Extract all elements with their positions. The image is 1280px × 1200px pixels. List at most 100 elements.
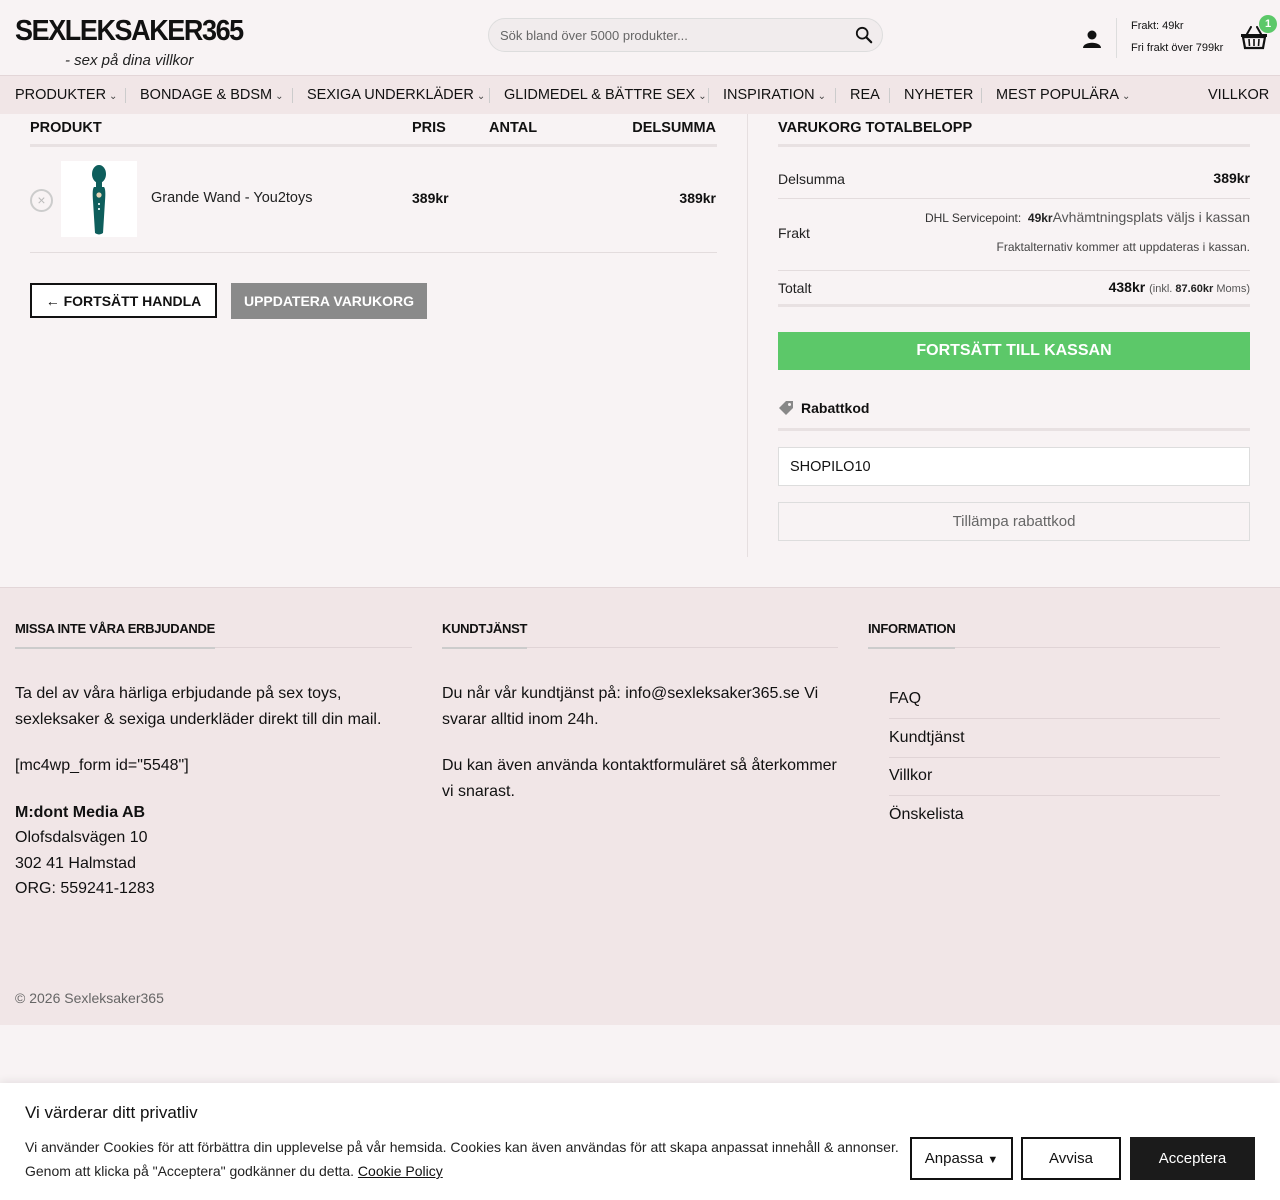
- shipping-method-name: DHL Servicepoint:: [924, 211, 1022, 225]
- company-address-street: Olofsdalsvägen 10: [15, 829, 148, 846]
- search-input[interactable]: [489, 19, 829, 51]
- totals-divider: [778, 270, 1250, 271]
- footer-link-faq[interactable]: FAQ: [889, 690, 1220, 719]
- nav-item-glidmedel[interactable]: GLIDMEDEL & BÄTTRE SEX ⌄: [504, 87, 707, 103]
- cart-count-badge[interactable]: 1: [1259, 15, 1277, 33]
- site-header: SEXLEKSAKER365 - sex på dina villkor Fra…: [0, 0, 1280, 75]
- footer-offers-title: MISSA INTE VÅRA ERBJUDANDE: [15, 621, 215, 649]
- table-header-underline: [30, 144, 717, 147]
- site-logo[interactable]: SEXLEKSAKER365 - sex på dina villkor: [15, 14, 244, 70]
- customize-label: Anpassa: [924, 1150, 984, 1167]
- nav-label: VILLKOR: [1208, 87, 1270, 103]
- cookie-title: Vi värderar ditt privatliv: [25, 1103, 198, 1122]
- shipping-label: Frakt: [778, 225, 810, 241]
- header-divider: [1116, 18, 1117, 58]
- footer-link-onskelista[interactable]: Önskelista: [889, 806, 1220, 834]
- footer-information-title: INFORMATION: [868, 621, 956, 649]
- coupon-title: Rabattkod: [801, 400, 870, 416]
- nav-item-inspiration[interactable]: INSPIRATION ⌄: [723, 87, 826, 103]
- nav-divider: [292, 88, 293, 103]
- vat-value: 87.60kr: [1175, 283, 1214, 295]
- cookie-deny-button[interactable]: Avvisa: [1021, 1137, 1121, 1180]
- footer-support-title: KUNDTJÄNST: [442, 621, 527, 649]
- product-name-link[interactable]: Grande Wand - You2toys: [151, 190, 312, 206]
- nav-divider: [889, 88, 890, 103]
- footer-support-text: Du når vår kundtjänst på: info@sexleksak…: [442, 685, 819, 728]
- nav-item-produkter[interactable]: PRODUKTER ⌄: [15, 87, 117, 103]
- caret-down-icon: ▼: [987, 1154, 999, 1166]
- row-divider: [30, 252, 717, 253]
- nav-label: GLIDMEDEL & BÄTTRE SEX: [504, 87, 696, 103]
- col-header-quantity: ANTAL: [489, 120, 538, 136]
- cart-totals-title: VARUKORG TOTALBELOPP: [778, 120, 973, 136]
- chevron-down-icon: ⌄: [1122, 91, 1131, 102]
- nav-item-bondage[interactable]: BONDAGE & BDSM ⌄: [140, 87, 284, 103]
- footer-link-villkor[interactable]: Villkor: [889, 767, 1220, 796]
- continue-shopping-button[interactable]: ← FORTSÄTT HANDLA: [30, 283, 217, 318]
- cookie-accept-button[interactable]: Acceptera: [1130, 1137, 1255, 1180]
- cookie-policy-link[interactable]: Cookie Policy: [358, 1163, 443, 1179]
- nav-label: PRODUKTER: [15, 87, 107, 103]
- col-header-subtotal: DELSUMMA: [632, 120, 716, 136]
- shipping-price: Frakt: 49kr: [1131, 20, 1184, 32]
- company-address-city: 302 41 Halmstad: [15, 855, 136, 872]
- nav-item-underklader[interactable]: SEXIGA UNDERKLÄDER ⌄: [307, 87, 485, 103]
- col-header-product: PRODUKT: [30, 120, 102, 136]
- newsletter-form-shortcode: [mc4wp_form id="5548"]: [15, 757, 189, 774]
- coupon-code-input[interactable]: [778, 447, 1250, 486]
- search-bar: [488, 18, 883, 52]
- nav-item-villkor[interactable]: VILLKOR: [1208, 87, 1269, 103]
- logo-main-text: SEXLEKSAKER365: [15, 15, 244, 47]
- shipping-method: DHL Servicepoint: 49krAvhämtningsplats v…: [925, 209, 1250, 225]
- main-nav: PRODUKTER ⌄ BONDAGE & BDSM ⌄ SEXIGA UNDERK…: [0, 75, 1280, 114]
- vat-prefix: (inkl.: [1149, 283, 1173, 295]
- account-icon[interactable]: [1082, 29, 1102, 49]
- subtotal-label: Delsumma: [778, 171, 845, 187]
- search-icon[interactable]: [855, 26, 873, 44]
- total-amount: 438kr (inkl. 87.60kr Moms): [1109, 279, 1250, 295]
- company-org-number: ORG: 559241-1283: [15, 880, 155, 897]
- site-footer: MISSA INTE VÅRA ERBJUDANDE Ta del av vår…: [0, 587, 1280, 1025]
- chevron-down-icon: ⌄: [109, 91, 118, 102]
- footer-offers-text: Ta del av våra härliga erbjudande på sex…: [15, 685, 382, 728]
- footer-link-kundtjanst[interactable]: Kundtjänst: [889, 729, 1220, 758]
- copyright: © 2026 Sexleksaker365: [15, 990, 164, 1006]
- nav-label: INSPIRATION: [723, 87, 815, 103]
- apply-coupon-button[interactable]: Tillämpa rabattkod: [778, 502, 1250, 541]
- free-shipping-info: Fri frakt över 799kr: [1131, 42, 1224, 54]
- cookie-customize-button[interactable]: Anpassa ▼: [910, 1137, 1013, 1180]
- remove-item-icon[interactable]: ×: [30, 189, 53, 212]
- chevron-down-icon: ⌄: [698, 91, 707, 102]
- nav-label: SEXIGA UNDERKLÄDER: [307, 87, 474, 103]
- total-value: 438kr: [1108, 279, 1146, 295]
- update-cart-button[interactable]: UPPDATERA VARUKORG: [231, 283, 427, 319]
- wand-product-image: [92, 165, 106, 235]
- nav-label: REA: [850, 87, 880, 103]
- nav-label: NYHETER: [904, 87, 974, 103]
- totals-title-underline: [778, 144, 1250, 147]
- nav-divider: [708, 88, 709, 103]
- cookie-body: Vi använder Cookies för att förbättra di…: [25, 1139, 899, 1179]
- product-price: 389kr: [412, 190, 449, 206]
- nav-item-mest-populara[interactable]: MEST POPULÄRA ⌄: [996, 87, 1130, 103]
- total-label: Totalt: [778, 280, 812, 296]
- coupon-underline: [778, 428, 1250, 431]
- company-name: M:dont Media AB: [15, 804, 146, 821]
- nav-label: BONDAGE & BDSM: [140, 87, 273, 103]
- logo-tagline: - sex på dina villkor: [65, 52, 194, 69]
- nav-divider: [489, 88, 490, 103]
- nav-item-nyheter[interactable]: NYHETER: [904, 87, 973, 103]
- nav-divider: [835, 88, 836, 103]
- footer-contact-text: Du kan även använda kontaktformuläret så…: [442, 757, 837, 800]
- tag-icon: [779, 401, 793, 415]
- product-thumbnail[interactable]: [61, 161, 137, 237]
- nav-item-rea[interactable]: REA: [850, 87, 880, 103]
- vat-suffix: Moms): [1216, 283, 1250, 295]
- chevron-down-icon: ⌄: [275, 91, 284, 102]
- chevron-down-icon: ⌄: [817, 91, 826, 102]
- chevron-down-icon: ⌄: [476, 91, 486, 102]
- nav-divider: [981, 88, 982, 103]
- shipping-cost: 49kr: [1027, 211, 1053, 225]
- nav-label: MEST POPULÄRA: [996, 87, 1120, 103]
- checkout-button[interactable]: FORTSÄTT TILL KASSAN: [778, 332, 1250, 370]
